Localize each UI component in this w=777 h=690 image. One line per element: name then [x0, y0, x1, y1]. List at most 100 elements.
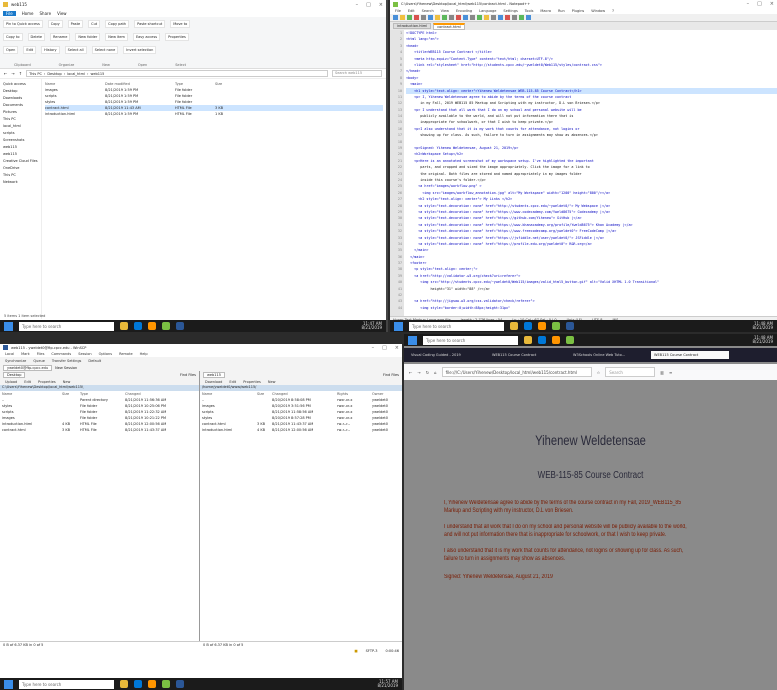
column-header[interactable]: Name [2, 392, 62, 396]
remote-file-row[interactable]: introduction.html 4 KB 8/21/2019 12:00:56 … [202, 427, 400, 433]
ribbon-button[interactable]: Open [3, 46, 19, 54]
windows-start-icon[interactable] [4, 679, 13, 689]
forward-arrow-icon[interactable]: → [417, 370, 420, 375]
cut-icon[interactable] [428, 15, 433, 20]
ribbon-button[interactable]: Paste [67, 20, 84, 28]
ribbon-button[interactable]: Properties [165, 33, 189, 41]
bookmark-star-icon[interactable]: ☆ [597, 370, 601, 375]
close-icon[interactable]: × [770, 1, 774, 7]
menu-item[interactable]: Session [76, 352, 93, 356]
remote-action-button[interactable]: New [266, 380, 278, 384]
sidebar-item[interactable]: Screenshots [3, 138, 38, 145]
column-header[interactable]: Name [45, 82, 105, 86]
browser-tab[interactable]: WEB115 Course Contract [651, 351, 729, 359]
menu-item[interactable]: Remote [117, 352, 135, 356]
column-header[interactable]: Date modified [105, 82, 175, 86]
zoom-out-icon[interactable] [484, 15, 489, 20]
winscp-taskbar-icon[interactable] [566, 322, 574, 330]
windows-start-icon[interactable] [4, 321, 13, 331]
close-icon[interactable]: × [379, 2, 383, 8]
sidebar-item[interactable]: scripts [3, 131, 38, 138]
ribbon-button[interactable]: Delete [27, 33, 46, 41]
redo-icon[interactable] [456, 15, 461, 20]
sidebar-item[interactable]: Creative Cloud Files [3, 159, 38, 166]
notepad-taskbar-icon[interactable] [566, 336, 574, 344]
maximize-icon[interactable]: □ [366, 2, 371, 8]
remote-action-button[interactable]: Properties [241, 380, 263, 384]
minimize-icon[interactable]: – [372, 345, 375, 351]
close-file-icon[interactable] [414, 15, 419, 20]
reload-icon[interactable]: ↻ [426, 370, 429, 375]
column-header[interactable]: Type [175, 82, 215, 86]
undo-icon[interactable] [449, 15, 454, 20]
notepad-taskbar-icon[interactable] [552, 322, 560, 330]
menu-item[interactable]: ? [610, 9, 616, 13]
explorer-search-input[interactable]: Search web115 [332, 70, 382, 77]
taskbar-search[interactable]: Type here to search [19, 321, 114, 331]
notepad-taskbar-icon[interactable] [162, 680, 170, 688]
print-icon[interactable] [421, 15, 426, 20]
winscp-taskbar-icon[interactable] [176, 680, 184, 688]
run-icon[interactable] [526, 15, 531, 20]
find-files-button[interactable]: Find Files [180, 373, 196, 377]
ribbon-button[interactable]: New item [105, 33, 128, 41]
taskbar-search[interactable]: Type here to search [409, 321, 504, 331]
breadcrumb-item[interactable]: Desktop [47, 72, 61, 76]
ribbon-button[interactable]: Easy access [132, 33, 161, 41]
sidebar-item[interactable]: Pictures [3, 110, 38, 117]
copy-icon[interactable] [435, 15, 440, 20]
local-action-button[interactable]: Properties [36, 380, 58, 384]
toolbar-button[interactable]: Queue [31, 359, 47, 363]
menu-item[interactable]: Search [420, 9, 436, 13]
firefox-taskbar-icon[interactable] [148, 680, 156, 688]
ribbon-button[interactable]: Select none [91, 46, 119, 54]
tab-contract[interactable]: contract.html [433, 22, 465, 30]
sidebar-item[interactable]: Documents [3, 103, 38, 110]
menu-hamburger-icon[interactable]: ≡ [669, 370, 672, 375]
sync-icon[interactable] [491, 15, 496, 20]
breadcrumb-item[interactable]: web115 [90, 72, 104, 76]
ribbon-button[interactable]: Copy [47, 20, 63, 28]
notepad-taskbar-icon[interactable] [162, 322, 170, 330]
close-icon[interactable]: × [395, 345, 399, 351]
sidebar-item[interactable]: This PC [3, 117, 38, 124]
minimize-icon[interactable]: – [747, 1, 750, 7]
new-file-icon[interactable] [393, 15, 398, 20]
sidebar-item[interactable]: Quick access [3, 82, 38, 89]
find-files-button[interactable]: Find Files [383, 373, 399, 377]
sidebar-item[interactable]: web115 [3, 152, 38, 159]
indent-icon[interactable] [505, 15, 510, 20]
home-icon[interactable]: ⌂ [434, 370, 437, 375]
code-editor[interactable]: 1 2 3 4 5 6 7 8 9 10 11 12 13 14 15 16 17 18 19 20 21 22 23 24 2… [390, 30, 777, 316]
paste-icon[interactable] [442, 15, 447, 20]
column-header[interactable]: Changed [125, 392, 195, 396]
menu-item[interactable]: Edit [406, 9, 417, 13]
explorer-taskbar-icon[interactable] [120, 680, 128, 688]
edge-taskbar-icon[interactable] [524, 322, 532, 330]
menu-item[interactable]: View [439, 9, 451, 13]
edge-taskbar-icon[interactable] [134, 680, 142, 688]
local-action-button[interactable]: Edit [22, 380, 33, 384]
sidebar-item[interactable]: Desktop [3, 89, 38, 96]
ribbon-button[interactable]: Rename [50, 33, 71, 41]
maximize-icon[interactable]: □ [382, 345, 387, 351]
sidebar-item[interactable]: Downloads [3, 96, 38, 103]
ribbon-button[interactable]: New folder [75, 33, 101, 41]
ribbon-button[interactable]: Invert selection [123, 46, 157, 54]
taskbar-search[interactable]: Type here to search [423, 335, 518, 345]
menu-item[interactable]: File [393, 9, 403, 13]
minimize-icon[interactable]: – [356, 2, 359, 8]
tab-introduction[interactable]: introduction.html [393, 23, 432, 29]
up-arrow-icon[interactable]: ↑ [19, 71, 22, 76]
ribbon-button[interactable]: Copy to [3, 33, 23, 41]
explorer-taskbar-icon[interactable] [120, 322, 128, 330]
menu-item[interactable]: Mark [19, 352, 32, 356]
windows-start-icon[interactable] [408, 335, 417, 345]
browser-tab[interactable]: W3Schools Online Web Tuto... [570, 351, 648, 359]
macro-record-icon[interactable] [512, 15, 517, 20]
url-bar[interactable]: file:///C:/Users/Yihenew/Desktop/local_h… [441, 367, 592, 377]
breadcrumb-item[interactable]: local_html [67, 72, 85, 76]
library-icon[interactable]: ▥ [660, 370, 664, 375]
zoom-in-icon[interactable] [477, 15, 482, 20]
winscp-taskbar-icon[interactable] [176, 322, 184, 330]
